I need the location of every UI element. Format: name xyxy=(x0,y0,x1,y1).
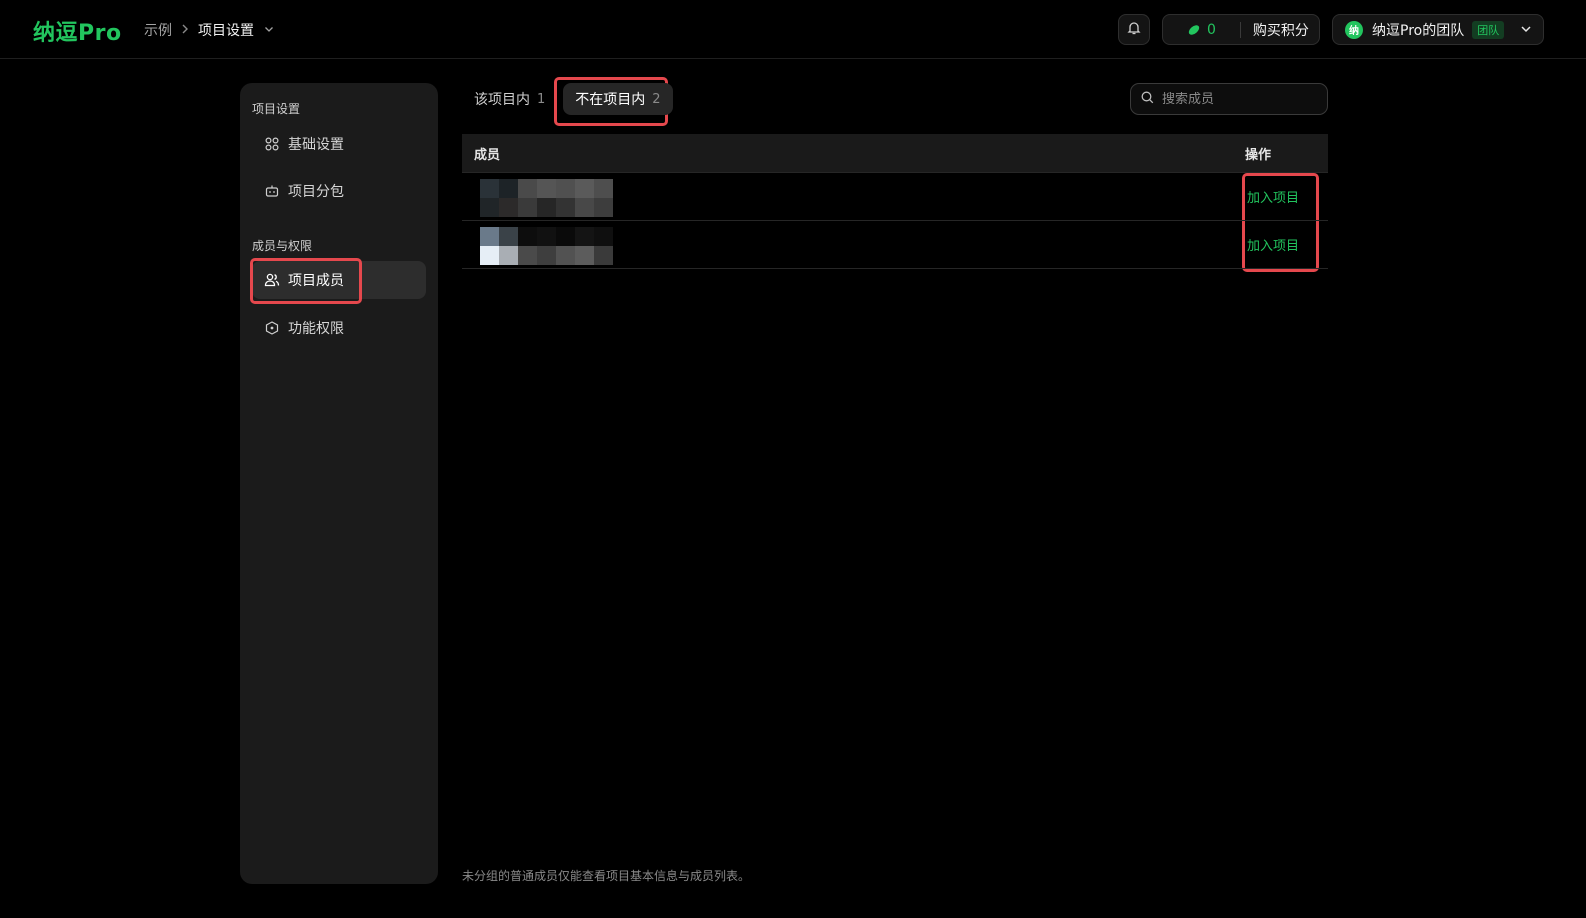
table-row: 加入项目 xyxy=(462,173,1328,221)
breadcrumb-parent[interactable]: 示例 xyxy=(144,20,172,40)
team-switcher[interactable]: 纳 纳逗Pro的团队 团队 xyxy=(1332,14,1544,45)
column-header-action: 操作 xyxy=(1245,147,1272,163)
tab-label: 该项目内 xyxy=(474,92,530,108)
tab-count: 1 xyxy=(537,91,546,107)
chevron-down-icon[interactable] xyxy=(264,24,274,37)
tab-count: 2 xyxy=(652,91,661,107)
member-tabs: 该项目内 1 不在项目内 2 xyxy=(462,83,673,115)
add-to-project-button[interactable]: 加入项目 xyxy=(1247,187,1299,206)
tab-not-in-project[interactable]: 不在项目内 2 xyxy=(563,83,673,115)
credits-widget[interactable]: 0 购买积分 xyxy=(1162,14,1320,45)
add-to-project-button[interactable]: 加入项目 xyxy=(1247,235,1299,254)
sidebar-item-label: 项目成员 xyxy=(288,273,344,289)
breadcrumb: 示例 项目设置 xyxy=(144,20,274,40)
tab-in-project[interactable]: 该项目内 1 xyxy=(462,83,557,115)
member-cell-redacted xyxy=(474,178,613,217)
sidebar-item-label: 基础设置 xyxy=(288,137,344,153)
sidebar-item-basic-settings[interactable]: 基础设置 xyxy=(252,125,426,163)
team-avatar: 纳 xyxy=(1345,20,1363,39)
bell-icon xyxy=(1126,20,1142,40)
chevron-down-icon xyxy=(1519,22,1533,40)
chevron-right-icon xyxy=(180,23,190,38)
bot-icon xyxy=(264,183,280,199)
sidebar-item-project-members[interactable]: 项目成员 xyxy=(252,261,426,299)
sidebar-group-project-settings: 项目设置 xyxy=(252,102,301,116)
tab-label: 不在项目内 xyxy=(575,92,646,108)
breadcrumb-current[interactable]: 项目设置 xyxy=(198,20,254,40)
redacted-pixelation xyxy=(480,178,613,217)
hexagon-icon xyxy=(264,320,280,336)
table-row: 加入项目 xyxy=(462,221,1328,269)
search-input[interactable] xyxy=(1162,91,1312,107)
permission-footnote: 未分组的普通成员仅能查看项目基本信息与成员列表。 xyxy=(462,869,751,883)
team-name: 纳逗Pro的团队 xyxy=(1372,22,1465,39)
sidebar-item-label: 项目分包 xyxy=(288,184,344,200)
divider xyxy=(1239,21,1241,38)
team-badge: 团队 xyxy=(1472,20,1505,39)
credits-count: 0 xyxy=(1207,21,1216,38)
sidebar-item-feature-permissions[interactable]: 功能权限 xyxy=(252,309,426,347)
sidebar-item-subpackage[interactable]: 项目分包 xyxy=(252,172,426,210)
members-table: 成员 操作 加入项目 加入项目 xyxy=(462,134,1328,269)
redacted-pixelation xyxy=(480,226,613,265)
sidebar-group-members-permissions: 成员与权限 xyxy=(252,239,313,253)
member-cell-redacted xyxy=(474,226,613,265)
users-icon xyxy=(264,272,280,288)
buy-credits-button[interactable]: 购买积分 xyxy=(1253,20,1309,40)
column-header-member: 成员 xyxy=(474,147,501,163)
notification-button[interactable] xyxy=(1118,14,1150,45)
table-header: 成员 操作 xyxy=(462,134,1328,173)
sidebar: 项目设置 基础设置 项目分包 成员与权限 项目成员 功能权限 xyxy=(240,83,438,884)
top-bar: 纳逗Pro 示例 项目设置 0 购买积分 纳 纳逗Pro的团队 团队 xyxy=(0,0,1586,59)
bean-icon xyxy=(1187,23,1201,37)
search-box xyxy=(1130,83,1328,115)
search-icon xyxy=(1141,91,1154,108)
app-logo[interactable]: 纳逗Pro xyxy=(33,15,122,47)
sidebar-item-label: 功能权限 xyxy=(288,321,344,337)
grid-icon xyxy=(264,136,280,152)
